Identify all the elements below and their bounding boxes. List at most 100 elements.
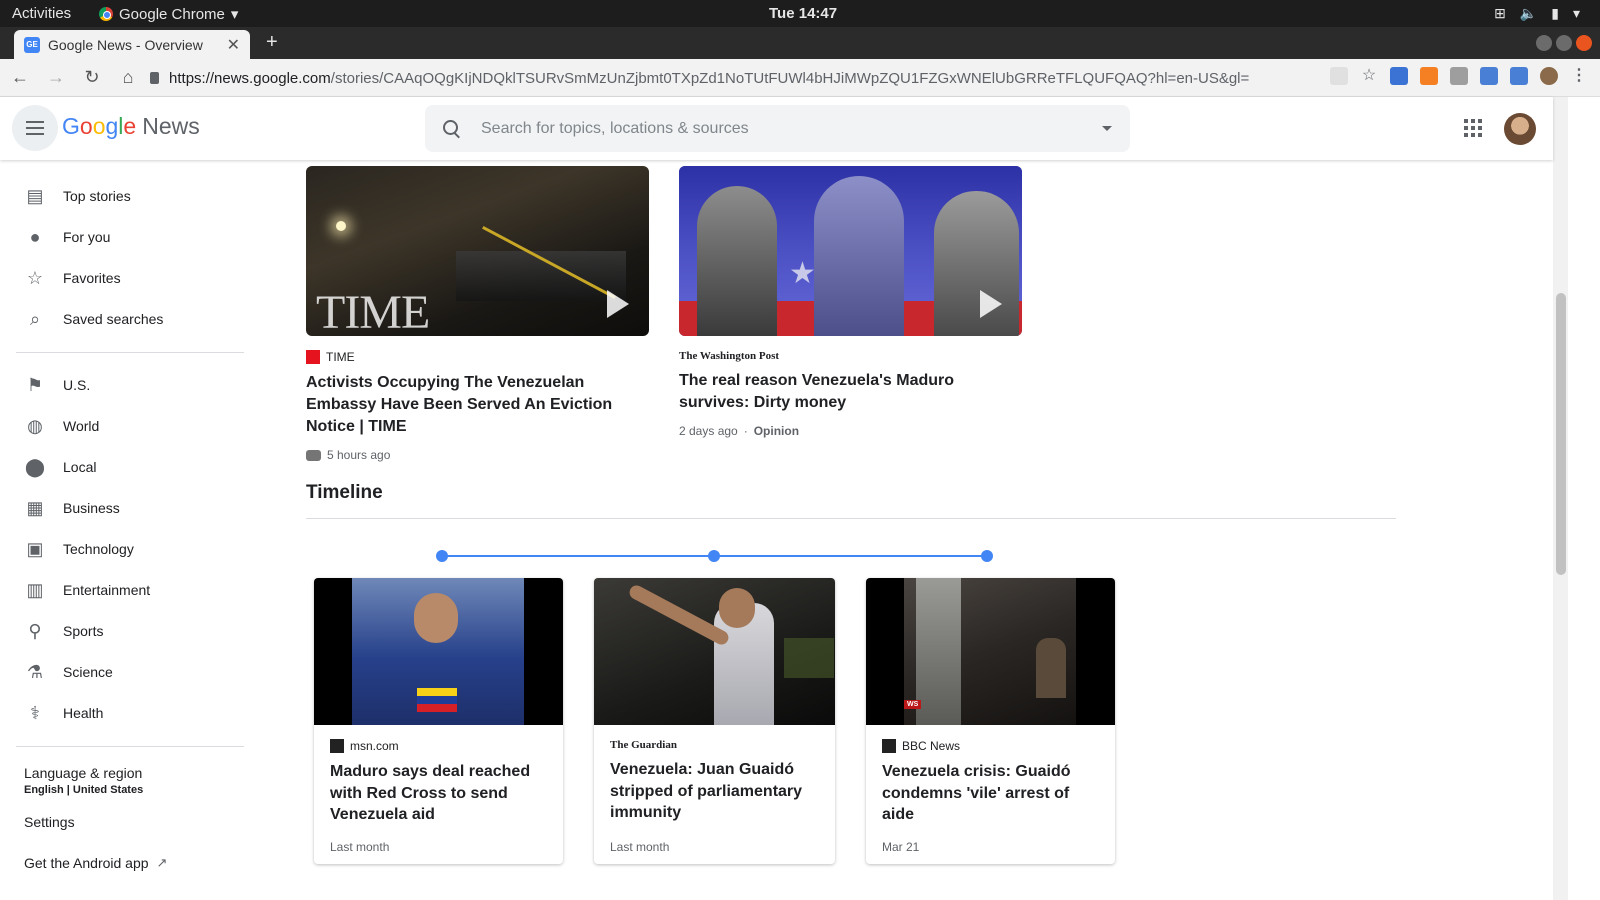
sidebar-item-saved-searches[interactable]: ⌕ Saved searches [0, 299, 260, 339]
source-name[interactable]: TIME [326, 350, 355, 364]
sidebar-item-label: Favorites [63, 270, 121, 286]
rss-icon[interactable] [1420, 67, 1438, 85]
extension-cap-icon[interactable] [1390, 67, 1408, 85]
new-tab-icon[interactable]: + [266, 31, 278, 54]
minimize-icon[interactable] [1536, 35, 1552, 51]
sidebar-item-business[interactable]: ▦ Business [0, 488, 260, 528]
source-row: The Guardian [610, 739, 819, 751]
camera-icon[interactable] [1480, 67, 1498, 85]
chip-icon: ▣ [26, 538, 44, 559]
close-icon[interactable]: ✕ [227, 35, 240, 55]
article-date: Last month [330, 840, 390, 854]
article-thumbnail[interactable] [314, 578, 563, 725]
article-headline[interactable]: Venezuela: Juan Guaidó stripped of parli… [610, 759, 819, 824]
maximize-icon[interactable] [1556, 35, 1572, 51]
back-icon[interactable]: ← [4, 62, 36, 94]
sidebar: ▤ Top stories ● For you ☆ Favorites ⌕ Sa… [0, 160, 260, 900]
activities-button[interactable]: Activities [12, 5, 71, 22]
translate-icon[interactable] [1510, 67, 1528, 85]
chevron-down-icon[interactable]: ▾ [1573, 5, 1580, 22]
browser-tab[interactable]: GE Google News - Overview ✕ [14, 30, 250, 59]
sidebar-item-sports[interactable]: ⚲ Sports [0, 611, 260, 651]
network-icon[interactable]: ⊞ [1494, 5, 1506, 22]
app-menu[interactable]: Google Chrome ▾ [99, 5, 238, 23]
profile-icon[interactable] [1540, 67, 1558, 85]
system-tray[interactable]: ⊞ 🔈 ▮ ▾ [1494, 5, 1580, 22]
sidebar-item-us[interactable]: ⚑ U.S. [0, 365, 260, 405]
volume-icon[interactable]: 🔈 [1520, 5, 1537, 22]
guardian-source-logo[interactable]: The Guardian [610, 739, 677, 751]
sidebar-item-label: Entertainment [63, 582, 151, 598]
hamburger-icon [26, 121, 44, 135]
article-headline[interactable]: The real reason Venezuela's Maduro survi… [679, 370, 1022, 414]
article-headline[interactable]: Venezuela crisis: Guaidó condemns 'vile'… [882, 761, 1099, 826]
play-icon[interactable] [607, 290, 629, 318]
timeline-dot[interactable] [708, 550, 720, 562]
sidebar-item-for-you[interactable]: ● For you [0, 217, 260, 257]
chrome-menu-icon[interactable]: ⋮ [1570, 67, 1588, 85]
timeline-dot[interactable] [981, 550, 993, 562]
article-thumbnail[interactable] [594, 578, 835, 725]
timeline-card[interactable]: WS BBC News Venezuela crisis: Guaidó con… [866, 578, 1115, 864]
reload-icon[interactable]: ↻ [76, 62, 108, 94]
washington-post-source-logo[interactable]: The Washington Post [679, 350, 779, 362]
extension-puzzle-icon[interactable] [1450, 67, 1468, 85]
tab-strip: GE Google News - Overview ✕ + [0, 27, 1600, 59]
sidebar-item-world[interactable]: ◍ World [0, 406, 260, 446]
google-apps-icon[interactable] [1464, 119, 1482, 137]
video-thumbnail[interactable]: ★ [679, 166, 1022, 336]
sidebar-item-local[interactable]: ⬤ Local [0, 447, 260, 487]
sidebar-item-science[interactable]: ⚗ Science [0, 652, 260, 692]
window-close-icon[interactable] [1576, 35, 1592, 51]
timeline-dot[interactable] [436, 550, 448, 562]
sidebar-item-favorites[interactable]: ☆ Favorites [0, 258, 260, 298]
news-header: Google News [0, 97, 1553, 160]
search-input[interactable] [481, 119, 1102, 138]
article-thumbnail[interactable]: WS [866, 578, 1115, 725]
lock-icon[interactable] [150, 72, 160, 84]
timeline-divider [306, 518, 1396, 519]
source-name[interactable]: BBC News [902, 739, 960, 753]
play-icon[interactable] [980, 290, 1002, 318]
timeline-card[interactable]: The Guardian Venezuela: Juan Guaidó stri… [594, 578, 835, 864]
chevron-down-icon: ▾ [230, 6, 239, 23]
bbc-source-icon [882, 739, 896, 753]
address-bar[interactable]: https://news.google.com /stories/CAAqOQg… [150, 65, 1250, 91]
sidebar-item-entertainment[interactable]: ▥ Entertainment [0, 570, 260, 610]
search-bar[interactable] [425, 105, 1130, 152]
sidebar-divider [16, 746, 244, 747]
settings-link[interactable]: Settings [24, 814, 75, 830]
scrollbar-thumb[interactable] [1556, 293, 1566, 575]
video-card[interactable]: ★ The Washington Post The real reason Ve… [679, 166, 1022, 438]
video-thumbnail[interactable]: TIME [306, 166, 649, 336]
article-headline[interactable]: Maduro says deal reached with Red Cross … [330, 761, 547, 826]
url-path: /stories/CAAqOQgKIjNDQklTSURvSmMzUnZjbmt… [330, 69, 1250, 87]
source-name[interactable]: msn.com [350, 739, 399, 753]
avatar[interactable] [1504, 113, 1536, 145]
opinion-tag[interactable]: Opinion [754, 424, 799, 438]
video-card[interactable]: TIME TIME Activists Occupying The Venezu… [306, 166, 649, 462]
bicycle-icon: ⚲ [28, 620, 42, 641]
sidebar-item-health[interactable]: ⚕ Health [0, 693, 260, 733]
chevron-down-icon[interactable] [1102, 126, 1112, 131]
sidebar-item-technology[interactable]: ▣ Technology [0, 529, 260, 569]
android-app-link[interactable]: Get the Android app ↗ [24, 855, 167, 871]
main-menu-button[interactable] [12, 105, 58, 151]
article-headline[interactable]: Activists Occupying The Venezuelan Embas… [306, 372, 649, 438]
logo-news: News [142, 113, 200, 139]
clock[interactable]: Tue 14:47 [769, 5, 837, 22]
page-scrollbar[interactable] [1553, 97, 1568, 900]
language-region-link[interactable]: Language & region [24, 765, 142, 781]
timeline-card[interactable]: msn.com Maduro says deal reached with Re… [314, 578, 563, 864]
forward-icon[interactable]: → [40, 62, 72, 94]
health-icon: ⚕ [30, 702, 40, 723]
battery-icon[interactable]: ▮ [1551, 5, 1559, 22]
search-icon[interactable] [443, 119, 461, 138]
top-stories-icon: ▤ [26, 185, 44, 206]
home-icon[interactable]: ⌂ [112, 62, 144, 94]
sidebar-item-top-stories[interactable]: ▤ Top stories [0, 176, 260, 216]
person-icon: ● [29, 226, 41, 247]
bookmark-star-icon[interactable]: ☆ [1360, 67, 1378, 85]
extension-blocked-icon[interactable] [1330, 67, 1348, 85]
google-news-logo[interactable]: Google News [62, 113, 200, 140]
